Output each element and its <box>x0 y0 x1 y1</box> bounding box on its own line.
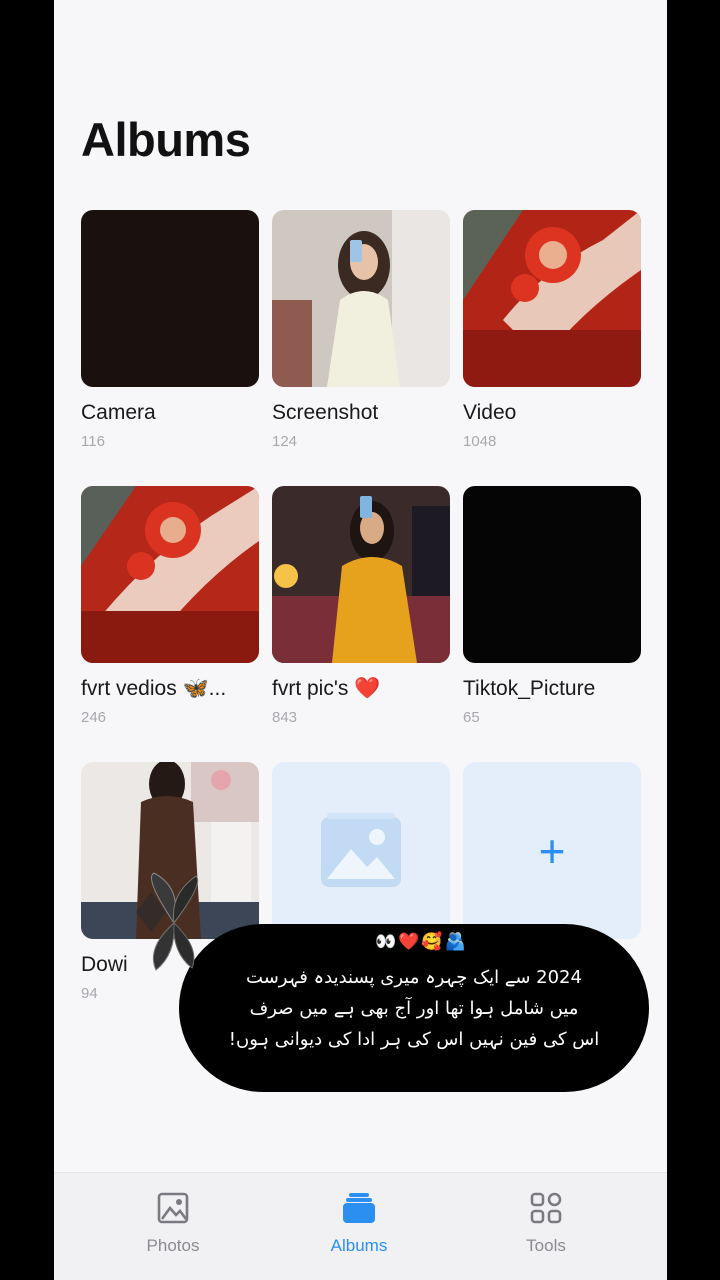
album-name: fvrt pic's ❤️ <box>272 677 381 700</box>
album-thumbnail[interactable] <box>272 486 450 663</box>
butterfly-sticker <box>151 872 199 971</box>
album-name: Tiktok_Picture <box>463 677 596 700</box>
album-name: fvrt vedios 🦋... <box>81 677 227 700</box>
album-camera[interactable]: Camera 116 <box>81 210 259 450</box>
album-count: 116 <box>81 433 105 450</box>
caption-emoji: 👀❤️🥰🫂 <box>375 932 468 951</box>
bottom-navigation: Photos Albums Tools <box>54 1172 667 1280</box>
thumbnail-photo <box>272 210 450 387</box>
tools-icon <box>530 1192 562 1224</box>
add-album-button[interactable]: + <box>463 762 641 939</box>
nav-tools[interactable]: Tools <box>486 1191 606 1256</box>
add-album-card[interactable]: + <box>463 762 641 939</box>
nav-label: Photos <box>146 1236 200 1255</box>
album-fvrt-vedios[interactable]: fvrt vedios 🦋... 246 <box>81 486 259 726</box>
album-video[interactable]: Video 1048 <box>463 210 641 450</box>
caption-line: اس کی فین نہیں اس کی ہر ادا کی دیوانی ہو… <box>228 1029 600 1050</box>
page-title: Albums <box>81 113 251 166</box>
album-thumbnail[interactable] <box>463 486 641 663</box>
album-thumbnail[interactable] <box>81 486 259 663</box>
photos-icon <box>157 1192 189 1224</box>
nav-label: Tools <box>526 1236 566 1255</box>
caption-line: 2024 سے ایک چہرہ میری پسندیدہ فہرست <box>246 967 582 988</box>
album-name: Screenshot <box>272 401 379 424</box>
album-count: 246 <box>81 709 107 726</box>
nav-label: Albums <box>330 1236 388 1255</box>
album-fvrt-pics[interactable]: fvrt pic's ❤️ 843 <box>272 486 450 726</box>
album-count: 124 <box>272 433 298 450</box>
thumbnail-photo <box>463 210 641 387</box>
phone-screen: Albums Camera 116 Screenshot 124 Video 1… <box>54 0 667 1280</box>
caption-text: 2024 سے ایک چہرہ میری پسندیدہ فہرست میں … <box>199 962 629 1055</box>
thumbnail-photo <box>81 486 259 663</box>
albums-icon <box>343 1193 375 1223</box>
album-count: 65 <box>463 709 480 726</box>
album-placeholder[interactable] <box>272 762 450 939</box>
album-thumbnail[interactable] <box>272 762 450 939</box>
album-count: 1048 <box>463 433 497 450</box>
add-icon: + <box>538 824 566 877</box>
album-tiktok-picture[interactable]: Tiktok_Picture 65 <box>463 486 641 726</box>
album-thumbnail[interactable] <box>463 210 641 387</box>
album-thumbnail[interactable] <box>272 210 450 387</box>
caption-line: میں شامل ہوا تھا اور آج بھی ہے میں صرف <box>249 998 579 1019</box>
thumbnail-photo <box>272 486 450 663</box>
album-count: 843 <box>272 709 298 726</box>
album-screenshot[interactable]: Screenshot 124 <box>272 210 450 450</box>
nav-photos[interactable]: Photos <box>113 1191 233 1256</box>
album-name: Camera <box>81 401 156 424</box>
nav-albums[interactable]: Albums <box>299 1191 419 1256</box>
placeholder-image-icon <box>321 812 401 887</box>
album-name: Video <box>463 401 517 424</box>
album-thumbnail[interactable] <box>81 210 259 387</box>
caption-overlay: 👀❤️🥰🫂 2024 سے ایک چہرہ میری پسندیدہ فہرس… <box>179 924 649 1092</box>
